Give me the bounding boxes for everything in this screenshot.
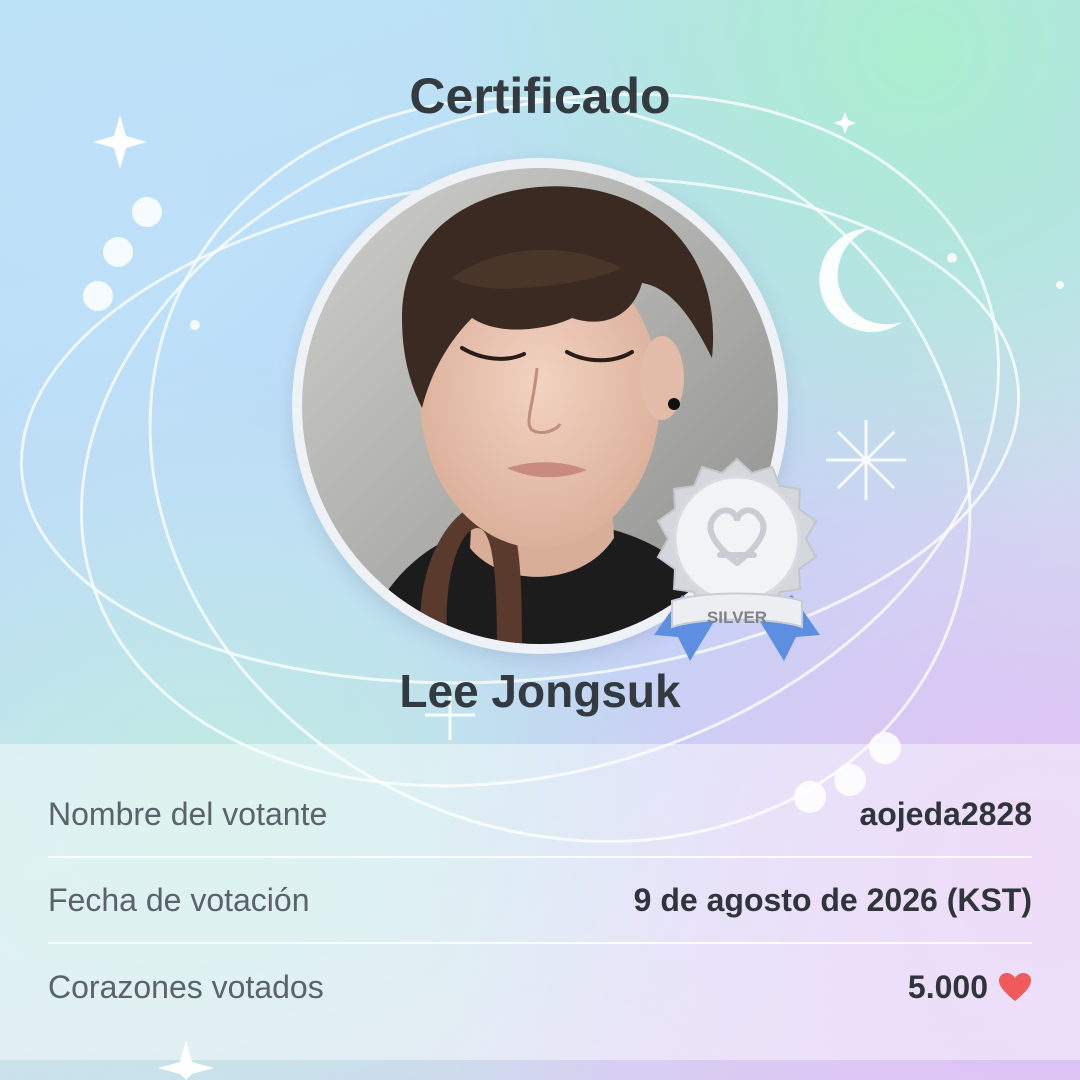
vote-date-value: 9 de agosto de 2026 (KST)	[633, 881, 1032, 918]
badge-label: SILVER	[707, 608, 767, 627]
certificate-title: Certificado	[409, 68, 671, 124]
voter-name-value: aojeda2828	[859, 795, 1032, 832]
silver-medal-badge: SILVER	[642, 455, 832, 665]
vote-date-label: Fecha de votación	[48, 881, 310, 918]
hearts-voted-value: 5.000	[907, 968, 988, 1005]
hearts-voted-value-wrap: 5.000	[908, 969, 1032, 1006]
voter-name-label: Nombre del votante	[48, 795, 328, 832]
vote-details-panel: Nombre del votante aojeda2828 Fecha de v…	[0, 744, 1080, 1060]
voter-name-row: Nombre del votante aojeda2828	[48, 772, 1032, 858]
hearts-voted-row: Corazones votados 5.000	[48, 944, 1032, 1030]
artist-name: Lee Jongsuk	[399, 665, 681, 717]
hearts-voted-label: Corazones votados	[48, 968, 324, 1005]
vote-date-row: Fecha de votación 9 de agosto de 2026 (K…	[48, 858, 1032, 944]
heart-icon	[998, 972, 1032, 1002]
